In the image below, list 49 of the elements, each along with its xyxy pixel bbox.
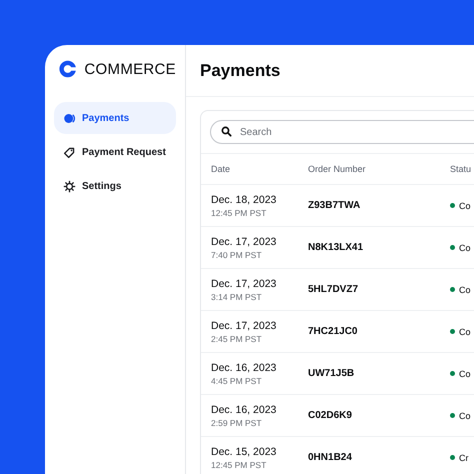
- order-number: UW71J5B: [308, 368, 356, 379]
- status-text: Co: [459, 242, 471, 252]
- search-field[interactable]: Search: [210, 120, 474, 144]
- date-text: Dec. 18, 2023: [211, 194, 278, 206]
- order-number: N8K13LX41: [308, 242, 364, 253]
- status-dot: [450, 455, 455, 460]
- column-header: Order Number: [308, 164, 367, 174]
- time-text: 2:59 PM PST: [211, 418, 263, 428]
- time-text: 12:45 PM PST: [211, 208, 268, 218]
- order-number: Z93B7TWA: [308, 200, 362, 211]
- search-icon: [221, 126, 232, 137]
- status-dot: [450, 329, 455, 334]
- date-text: Dec. 16, 2023: [211, 362, 278, 374]
- page-title: Payments: [200, 60, 280, 80]
- status-text: Co: [459, 200, 471, 210]
- date-text: Dec. 17, 2023: [211, 278, 278, 290]
- status-dot: [450, 203, 455, 208]
- time-text: 2:45 PM PST: [211, 334, 263, 344]
- order-number: 7HC21JC0: [308, 326, 358, 337]
- order-number: C02D6K9: [308, 410, 353, 421]
- time-text: 12:45 PM PST: [211, 460, 268, 470]
- order-number: 0HN1B24: [308, 452, 353, 463]
- status-text: Co: [459, 284, 471, 294]
- sidebar-item[interactable]: Payment Request: [54, 136, 176, 168]
- sidebar-item[interactable]: Settings: [54, 170, 176, 202]
- status-text: Co: [459, 326, 471, 336]
- status-dot: [450, 371, 455, 376]
- brand-name: COMMERCE: [84, 60, 176, 78]
- date-text: Dec. 15, 2023: [211, 446, 278, 458]
- status-text: Co: [459, 368, 471, 378]
- status-text: Cr: [459, 452, 468, 462]
- column-header: Statu: [450, 164, 472, 174]
- time-text: 3:14 PM PST: [211, 292, 263, 302]
- logo-icon: [59, 60, 76, 78]
- status-dot: [450, 287, 455, 292]
- tag-icon: [63, 146, 76, 158]
- column-header: Date: [211, 164, 232, 174]
- status-dot: [450, 413, 455, 418]
- sidebar-item[interactable]: Payments: [54, 102, 176, 134]
- date-text: Dec. 17, 2023: [211, 236, 278, 248]
- status-text: Co: [459, 410, 471, 420]
- date-text: Dec. 17, 2023: [211, 320, 278, 332]
- date-text: Dec. 16, 2023: [211, 404, 278, 416]
- time-text: 4:45 PM PST: [211, 376, 263, 386]
- coin-icon: [63, 112, 76, 124]
- settings-icon: [63, 180, 76, 192]
- time-text: 7:40 PM PST: [211, 250, 263, 260]
- order-number: 5HL7DVZ7: [308, 284, 360, 295]
- status-dot: [450, 245, 455, 250]
